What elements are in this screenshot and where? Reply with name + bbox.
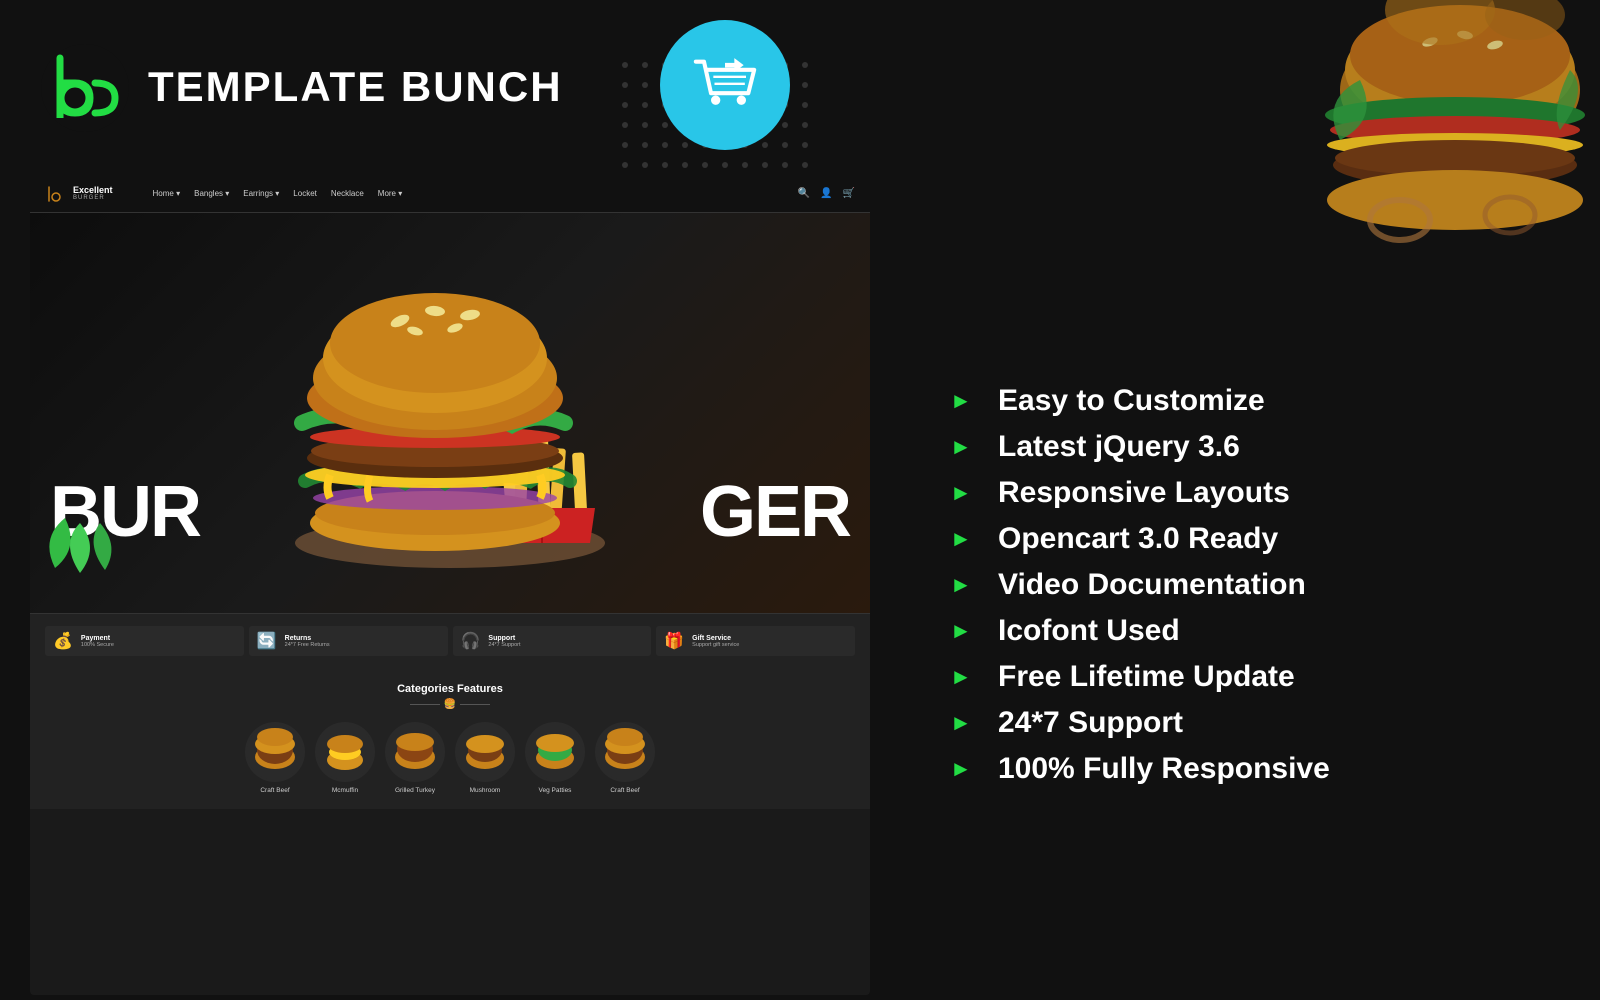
divider-line-left bbox=[410, 704, 440, 705]
nav-link-more: More ▾ bbox=[378, 189, 402, 198]
categories-section: Categories Features 🍔 bbox=[30, 668, 870, 809]
feature-text-9: 100% Fully Responsive bbox=[998, 752, 1330, 786]
mini-nav-links: Home ▾ Bangles ▾ Earrings ▾ Locket Neckl… bbox=[153, 189, 403, 198]
feature-text-5: Video Documentation bbox=[998, 568, 1306, 602]
feature-item-3: ► Responsive Layouts bbox=[950, 476, 1530, 510]
feature-text-8: 24*7 Support bbox=[998, 706, 1183, 740]
returns-title: Returns bbox=[285, 635, 330, 642]
feature-text-3: Responsive Layouts bbox=[998, 476, 1290, 510]
gift-title: Gift Service bbox=[692, 635, 739, 642]
categories-divider: 🍔 bbox=[45, 699, 855, 710]
service-support: 🎧 Support 24*7 Support bbox=[453, 626, 652, 656]
nav-link-earrings: Earrings ▾ bbox=[243, 189, 279, 198]
features-panel: ► Easy to Customize ► Latest jQuery 3.6 … bbox=[900, 175, 1580, 995]
category-label-2: Mcmuffin bbox=[332, 787, 358, 794]
cart-svg-icon bbox=[690, 55, 760, 115]
nav-link-home: Home ▾ bbox=[153, 189, 181, 198]
service-bar: 💰 Payment 100% Secure 🔄 Returns 24*7 Fre… bbox=[30, 613, 870, 668]
hero-text-right: GER bbox=[700, 471, 850, 553]
feature-arrow-5: ► bbox=[950, 572, 978, 598]
mini-logo: Excellent BURGER bbox=[45, 183, 113, 205]
logo-text: TEMPLATE BUNCH bbox=[148, 64, 563, 110]
support-title: Support bbox=[488, 635, 520, 642]
feature-arrow-9: ► bbox=[950, 756, 978, 782]
payment-icon: 💰 bbox=[53, 631, 73, 651]
service-gift: 🎁 Gift Service Support gift service bbox=[656, 626, 855, 656]
nav-link-bangles: Bangles ▾ bbox=[194, 189, 229, 198]
category-craft-beef-1: Craft Beef bbox=[245, 722, 305, 794]
cart-icon-circle[interactable] bbox=[660, 20, 790, 150]
category-img-3 bbox=[385, 722, 445, 782]
logo-container: TEMPLATE BUNCH bbox=[40, 43, 563, 133]
nav-link-locket: Locket bbox=[293, 189, 317, 198]
returns-sub: 24*7 Free Returns bbox=[285, 642, 330, 648]
category-img-5 bbox=[525, 722, 585, 782]
category-mcmuffin: Mcmuffin bbox=[315, 722, 375, 794]
feature-arrow-2: ► bbox=[950, 434, 978, 460]
logo-icon bbox=[40, 43, 130, 133]
feature-item-5: ► Video Documentation bbox=[950, 568, 1530, 602]
service-returns: 🔄 Returns 24*7 Free Returns bbox=[249, 626, 448, 656]
feature-arrow-3: ► bbox=[950, 480, 978, 506]
feature-arrow-8: ► bbox=[950, 710, 978, 736]
payment-sub: 100% Secure bbox=[81, 642, 114, 648]
feature-text-1: Easy to Customize bbox=[998, 384, 1265, 418]
category-items-list: Craft Beef Mcmuffin bbox=[45, 722, 855, 794]
category-img-2 bbox=[315, 722, 375, 782]
mini-logo-text: Excellent bbox=[73, 186, 113, 196]
nav-link-necklace: Necklace bbox=[331, 189, 364, 198]
feature-arrow-7: ► bbox=[950, 664, 978, 690]
basil-leaves bbox=[45, 498, 145, 583]
logo-text-group: TEMPLATE BUNCH bbox=[148, 64, 563, 110]
feature-item-9: ► 100% Fully Responsive bbox=[950, 752, 1530, 786]
category-img-1 bbox=[245, 722, 305, 782]
feature-item-8: ► 24*7 Support bbox=[950, 706, 1530, 740]
feature-arrow-1: ► bbox=[950, 388, 978, 414]
feature-text-6: Icofont Used bbox=[998, 614, 1180, 648]
category-label-6: Craft Beef bbox=[610, 787, 639, 794]
category-veg-patties: Veg Patties bbox=[525, 722, 585, 794]
support-sub: 24*7 Support bbox=[488, 642, 520, 648]
feature-text-4: Opencart 3.0 Ready bbox=[998, 522, 1278, 556]
feature-text-2: Latest jQuery 3.6 bbox=[998, 430, 1240, 464]
support-icon: 🎧 bbox=[461, 631, 481, 651]
categories-title: Categories Features bbox=[45, 683, 855, 695]
category-img-4 bbox=[455, 722, 515, 782]
gift-icon: 🎁 bbox=[664, 631, 684, 651]
category-img-6 bbox=[595, 722, 655, 782]
feature-text-7: Free Lifetime Update bbox=[998, 660, 1295, 694]
category-label-4: Mushroom bbox=[470, 787, 501, 794]
feature-item-2: ► Latest jQuery 3.6 bbox=[950, 430, 1530, 464]
category-mushroom: Mushroom bbox=[455, 722, 515, 794]
category-label-5: Veg Patties bbox=[539, 787, 572, 794]
mini-logo-sub: BURGER bbox=[73, 195, 113, 201]
preview-area: Excellent BURGER Home ▾ Bangles ▾ Earrin… bbox=[30, 175, 870, 995]
feature-item-4: ► Opencart 3.0 Ready bbox=[950, 522, 1530, 556]
divider-line-right bbox=[460, 704, 490, 705]
returns-icon: 🔄 bbox=[257, 631, 277, 651]
category-label-3: Grilled Turkey bbox=[395, 787, 435, 794]
divider-burger-icon: 🍔 bbox=[444, 699, 456, 710]
payment-title: Payment bbox=[81, 635, 114, 642]
category-craft-beef-2: Craft Beef bbox=[595, 722, 655, 794]
category-label-1: Craft Beef bbox=[260, 787, 289, 794]
feature-item-6: ► Icofont Used bbox=[950, 614, 1530, 648]
cart-icon: 🛒 bbox=[843, 188, 855, 199]
gift-sub: Support gift service bbox=[692, 642, 739, 648]
feature-arrow-4: ► bbox=[950, 526, 978, 552]
feature-item-1: ► Easy to Customize bbox=[950, 384, 1530, 418]
feature-item-7: ► Free Lifetime Update bbox=[950, 660, 1530, 694]
category-grilled-turkey: Grilled Turkey bbox=[385, 722, 445, 794]
feature-arrow-6: ► bbox=[950, 618, 978, 644]
service-payment: 💰 Payment 100% Secure bbox=[45, 626, 244, 656]
hero-burger-image bbox=[280, 213, 620, 583]
hero-banner: BUR GER bbox=[30, 213, 870, 613]
